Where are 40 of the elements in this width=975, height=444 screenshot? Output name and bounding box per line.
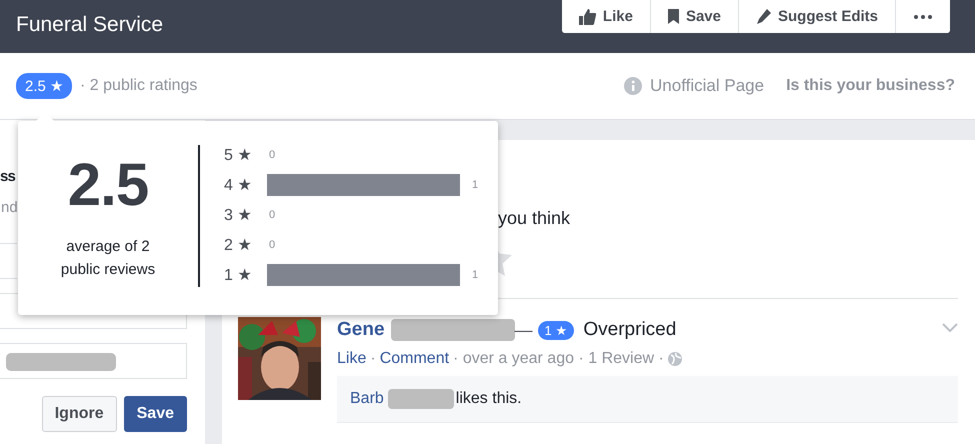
input-field[interactable] bbox=[0, 343, 187, 379]
chevron-down-icon[interactable] bbox=[942, 323, 958, 332]
pencil-icon bbox=[756, 9, 771, 24]
rating-badge: 1 ★ bbox=[538, 320, 574, 340]
average-caption: average of 2 public reviews bbox=[60, 237, 156, 280]
rating-count: 1 bbox=[472, 179, 478, 191]
save-button[interactable]: Save bbox=[124, 396, 187, 432]
rating-count: 1 bbox=[472, 269, 478, 281]
bookmark-icon bbox=[668, 9, 679, 24]
rating-count: 0 bbox=[269, 239, 276, 251]
author-link[interactable]: Gene bbox=[337, 319, 385, 341]
section-subtext: nd bbox=[1, 199, 18, 218]
action-link[interactable]: Like bbox=[337, 350, 366, 368]
dash-separator: — bbox=[514, 320, 533, 340]
liker-link[interactable]: Barb bbox=[350, 390, 384, 408]
action-link[interactable]: Comment bbox=[380, 350, 450, 368]
review-title: Overpriced bbox=[583, 319, 676, 341]
likes-text: likes this. bbox=[456, 390, 522, 408]
globe-icon bbox=[668, 352, 682, 366]
ratings-count: · 2 public ratings bbox=[80, 77, 198, 95]
star-label: 2 ★ bbox=[224, 236, 252, 255]
rating-count: 0 bbox=[269, 209, 276, 221]
review-prompt: you think bbox=[498, 208, 572, 230]
star-label: 3 ★ bbox=[224, 206, 252, 225]
ignore-button[interactable]: Ignore bbox=[42, 396, 117, 432]
review-meta: · over a year ago · 1 Review · bbox=[453, 350, 664, 368]
more-button[interactable] bbox=[895, 0, 950, 33]
rating-badge[interactable]: 2.5 ★ bbox=[16, 73, 72, 99]
page-title: Funeral Service bbox=[15, 12, 164, 37]
page-status: Unofficial Page bbox=[650, 76, 764, 96]
star-label: 4 ★ bbox=[224, 176, 252, 195]
thumbs-up-icon bbox=[578, 8, 596, 24]
star-label: 5 ★ bbox=[224, 146, 252, 165]
average-rating: 2.5 bbox=[68, 155, 148, 215]
review-meta: · bbox=[370, 350, 376, 368]
section-heading: ss bbox=[0, 168, 16, 187]
star-label: 1 ★ bbox=[224, 266, 252, 285]
more-icon bbox=[914, 14, 932, 18]
info-icon bbox=[624, 77, 642, 95]
rating-count: 0 bbox=[269, 149, 276, 161]
